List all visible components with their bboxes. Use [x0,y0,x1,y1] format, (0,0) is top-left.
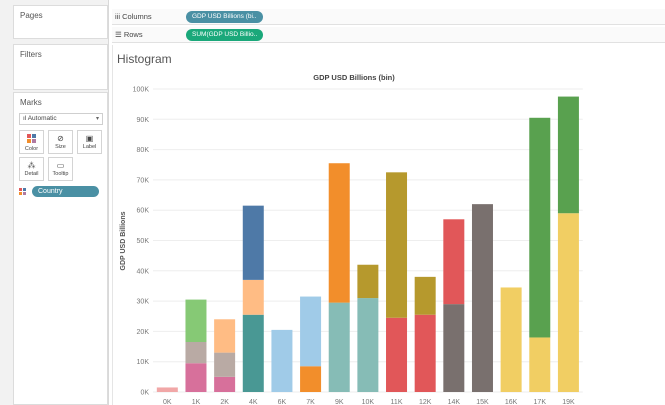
bar-segment[interactable] [185,363,207,392]
left-panel: Pages Filters Marks ıl Automatic ▾ Color… [0,0,109,405]
tooltip-button[interactable]: ▭ Tooltip [48,157,73,181]
bar-segment[interactable] [214,376,236,392]
mark-type-dropdown[interactable]: ıl Automatic ▾ [19,113,103,125]
bar-segment[interactable] [443,304,465,392]
bar-segment[interactable] [386,172,408,318]
x-tick-label: 6K [278,399,287,405]
x-tick-label: 12K [419,399,432,405]
y-tick-label: 50K [137,238,150,245]
x-tick-label: 16K [505,399,518,405]
histogram-chart: 0K 10K 20K 30K 40K 50K 60K 70K 80K 90K 100K 0K 1K 2K… [120,73,583,405]
bar-segment[interactable] [557,213,579,392]
size-button[interactable]: ⊘ Size [48,130,73,154]
bar-segment[interactable] [471,204,493,392]
x-tick-label: 15K [476,399,489,405]
label-label: Label [82,144,97,150]
rows-pill[interactable]: SUM(GDP USD Billio.. [186,29,264,41]
y-tick-label: 90K [137,117,150,124]
detail-label: Detail [24,171,39,177]
y-axis: 0K 10K 20K 30K 40K 50K 60K 70K 80K 90K 100K [133,87,150,397]
bar-segment[interactable] [357,264,379,299]
filters-card[interactable]: Filters [13,44,108,90]
bar-segment[interactable] [271,329,293,392]
x-tick-label: 17K [534,399,547,405]
y-tick-label: 60K [137,208,150,215]
bars [156,96,579,392]
columns-shelf[interactable]: iii Columns GDP USD Billions (bi.. [112,9,665,25]
columns-shelf-label: iii Columns [115,12,152,21]
x-tick-label: 7K [306,399,315,405]
bar-segment[interactable] [214,352,236,377]
x-axis: 0K 1K 2K 4K 6K 7K 9K 10K 11K 12K 14K 15K 16K 17K 19K [163,399,575,405]
tooltip-label: Tooltip [52,171,69,177]
x-tick-label: 9K [335,399,344,405]
y-tick-label: 70K [137,177,150,184]
bar-segment[interactable] [300,366,322,392]
bar-segment[interactable] [242,205,264,280]
detail-button[interactable]: ⁂ Detail [19,157,44,181]
bar-segment[interactable] [242,279,264,315]
columns-label-text: Columns [122,12,152,21]
size-label: Size [55,144,66,150]
y-tick-label: 40K [137,268,150,275]
bar-segment[interactable] [185,299,207,343]
bar-segment[interactable] [414,314,436,392]
chart-view: Histogram 0K 10K 20K 30K 40K 50K 60K 70K 80K 90K 1… [112,45,665,405]
chart-title: GDP USD Billions (bin) [313,73,395,82]
y-tick-label: 100K [133,87,150,94]
bar-segment[interactable] [500,287,522,392]
filters-title: Filters [20,50,42,59]
bar-segment[interactable] [443,219,465,305]
bar-segment[interactable] [557,96,579,214]
color-dots-icon [19,188,26,195]
pages-title: Pages [20,11,43,20]
marks-title: Marks [20,98,42,107]
bar-segment[interactable] [357,298,379,392]
bar-segment[interactable] [529,337,551,392]
bar-segment[interactable] [214,319,236,353]
bar-segment[interactable] [156,387,178,392]
bar-segment[interactable] [300,296,322,367]
bar-segment[interactable] [328,302,350,392]
y-tick-label: 30K [137,299,150,306]
x-tick-label: 14K [448,399,461,405]
rows-shelf-label: ☰ Rows [115,30,143,39]
detail-icon: ⁂ [27,161,36,170]
marks-card: Marks ıl Automatic ▾ Color ⊘ Size ▣ Labe… [13,92,108,405]
x-tick-label: 19K [562,399,575,405]
pages-card[interactable]: Pages [13,5,108,39]
columns-pill[interactable]: GDP USD Billions (bi.. [186,11,263,23]
y-tick-label: 0K [140,390,149,397]
mark-type-value: Automatic [27,115,57,122]
bar-segment[interactable] [529,117,551,338]
tooltip-icon: ▭ [56,161,65,170]
x-tick-label: 4K [249,399,258,405]
x-tick-label: 0K [163,399,172,405]
x-tick-label: 2K [220,399,229,405]
rows-icon: ☰ [115,30,124,39]
bar-segment[interactable] [242,314,264,392]
label-icon: ▣ [85,134,94,143]
color-icon [27,134,36,143]
y-tick-label: 10K [137,359,150,366]
bar-segment[interactable] [328,163,350,303]
label-button[interactable]: ▣ Label [77,130,102,154]
x-tick-label: 11K [391,399,403,405]
size-icon: ⊘ [57,134,64,143]
color-button[interactable]: Color [19,130,44,154]
color-label: Color [24,146,39,152]
bar-segment[interactable] [185,342,207,364]
y-tick-label: 80K [137,147,150,154]
bar-segment[interactable] [414,276,436,315]
bar-segment[interactable] [386,317,408,392]
y-tick-label: 20K [137,329,150,336]
chevron-down-icon: ▾ [95,116,99,122]
rows-label-text: Rows [123,30,143,39]
country-pill[interactable]: Country [32,186,99,197]
y-axis-label: GDP USD Billions [120,211,127,270]
x-tick-label: 1K [192,399,201,405]
rows-shelf[interactable]: ☰ Rows SUM(GDP USD Billio.. [112,27,665,43]
x-tick-label: 10K [362,399,375,405]
